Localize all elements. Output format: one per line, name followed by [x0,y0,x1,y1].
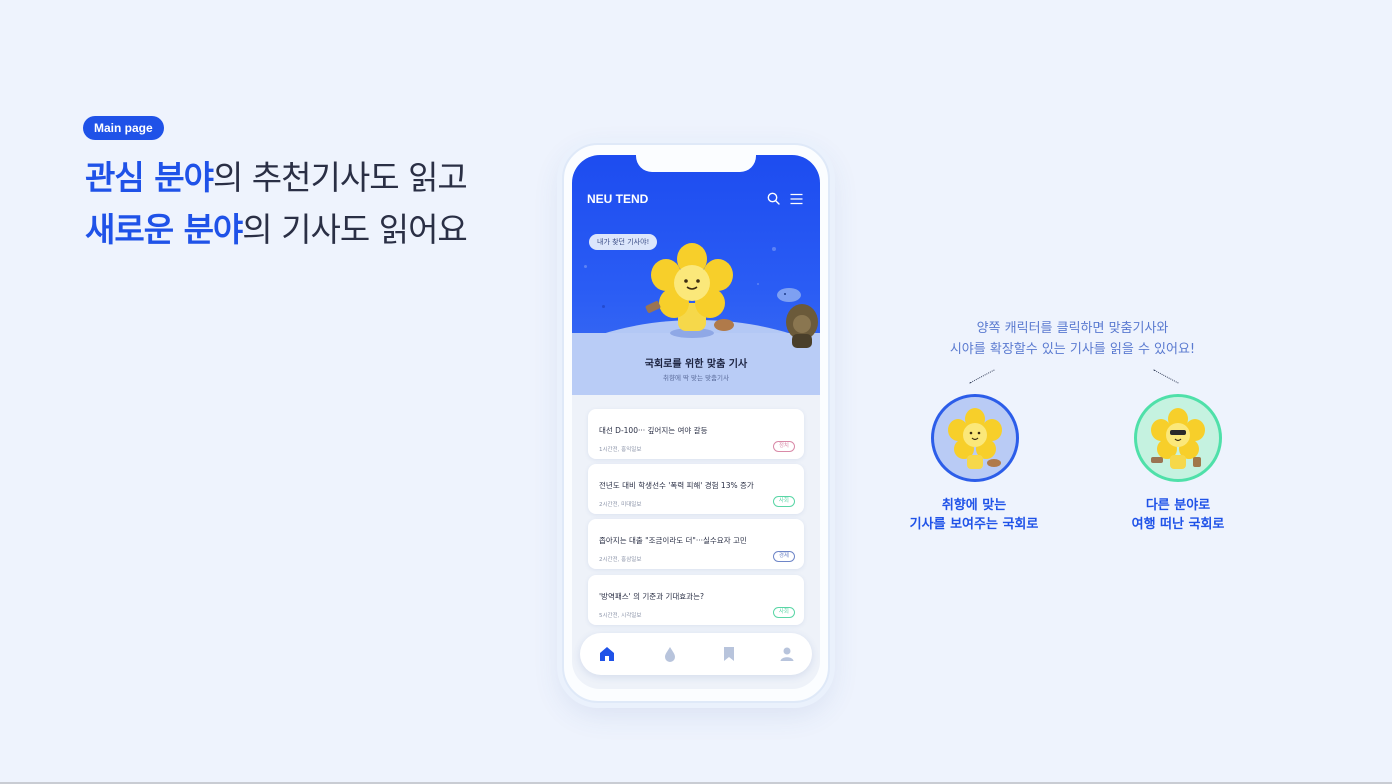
bottom-tab-bar [580,633,812,675]
article-title: 전년도 대비 학생선수 '폭력 피해' 경험 13% 증가 [599,481,754,490]
page-badge: Main page [83,116,164,140]
connector-line [969,369,995,384]
app-logo: NEU TEND [587,192,649,206]
caption-interest: 취향에 맞는 기사를 보여주는 국회로 [874,496,1074,534]
article-meta: 1시간전, 홍익일보 [599,447,642,453]
headline-line-2: 새로운 분야의 기사도 읽어요 [85,204,468,256]
article-meta: 5시간전, 시각일보 [599,613,642,619]
annotation-text: 양쪽 캐릭터를 클릭하면 맞춤기사와 시야를 확장할수 있는 기사를 읽을 수 … [900,318,1245,360]
headline-line-1-strong: 관심 분야 [85,158,214,197]
star-decoration [584,265,587,268]
headline: 관심 분야의 추천기사도 읽고 새로운 분야의 기사도 읽어요 [85,152,468,256]
character-button-explore[interactable] [1134,394,1222,482]
headline-line-1: 관심 분야의 추천기사도 읽고 [85,152,468,204]
headline-line-2-strong: 새로운 분야 [85,210,243,249]
search-icon[interactable] [767,192,780,205]
hero-title: 국회로를 위한 맞춤 기사 [644,359,748,370]
star-decoration [757,283,759,285]
drop-icon[interactable] [661,645,679,663]
caption-explore-line-2: 여행 떠난 국회로 [1131,517,1225,532]
annotation-line-2: 시야를 확장할수 있는 기사를 읽을 수 있어요! [949,342,1196,357]
article-card[interactable]: 전년도 대비 학생선수 '폭력 피해' 경험 13% 증가 2시간전, 미대일보… [588,464,804,514]
home-icon[interactable] [598,645,616,663]
sunflower-character[interactable] [642,241,742,341]
article-title: '방역패스' 의 기준과 기대효과는? [599,592,704,601]
article-card[interactable]: 대선 D-100··· 깊어지는 여야 갈등 1시간전, 홍익일보 정치 [588,409,804,459]
annotation-line-1: 양쪽 캐릭터를 클릭하면 맞춤기사와 [976,321,1169,336]
hero-subtitle: 취향에 딱 맞는 맞춤기사 [663,374,729,382]
menu-icon[interactable] [790,193,803,205]
caption-explore: 다른 분야로 여행 떠난 국회로 [1078,496,1278,534]
profile-icon[interactable] [778,645,796,663]
article-title: 좁아지는 대출 "조금이라도 더"···실수요자 고민 [599,536,747,545]
traveler-character[interactable] [782,300,820,350]
hero-section: NEU TEND 내가 찾던 기사야! 국회로를 위한 맞춤 기사 취향에 딱 … [572,155,820,395]
category-tag: 사회 [772,496,795,507]
bookmark-icon[interactable] [720,645,738,663]
connector-line [1153,369,1179,384]
headline-line-2-rest: 의 기사도 읽어요 [242,210,467,249]
caption-interest-line-2: 기사를 보여주는 국회로 [909,517,1039,532]
caption-explore-line-1: 다른 분야로 [1145,498,1211,513]
article-meta: 2시간전, 홍삼일보 [599,557,642,563]
headline-line-1-rest: 의 추천기사도 읽고 [212,158,468,197]
phone-notch [636,148,756,172]
character-button-interest[interactable] [931,394,1019,482]
category-tag: 정치 [772,441,795,452]
article-meta: 2시간전, 미대일보 [599,502,642,508]
article-card[interactable]: '방역패스' 의 기준과 기대효과는? 5시간전, 시각일보 사회 [588,575,804,625]
category-tag: 사회 [772,607,795,618]
traveler-sunflower-icon [1151,408,1205,469]
sunflower-character-icon [948,408,1002,469]
article-title: 대선 D-100··· 깊어지는 여야 갈등 [599,426,708,435]
article-card[interactable]: 좁아지는 대출 "조금이라도 더"···실수요자 고민 2시간전, 홍삼일보 경… [588,519,804,569]
caption-interest-line-1: 취향에 맞는 [941,498,1007,513]
whale-icon [777,288,801,302]
star-decoration [602,305,605,308]
app-screen: NEU TEND 내가 찾던 기사야! 국회로를 위한 맞춤 기사 취향에 딱 … [572,155,820,689]
category-tag: 경제 [772,551,795,562]
star-decoration [772,247,776,251]
